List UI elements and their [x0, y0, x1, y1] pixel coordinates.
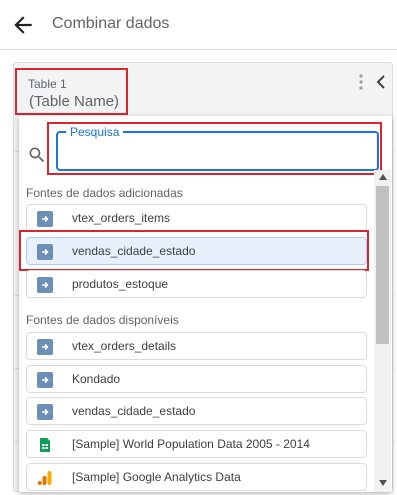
search-legend: Pesquisa	[66, 125, 124, 139]
list-item[interactable]: produtos_estoque	[26, 270, 367, 298]
data-source-icon	[37, 372, 53, 388]
page-title: Combinar dados	[52, 15, 170, 32]
more-vert-icon[interactable]	[355, 72, 367, 92]
scroll-up-arrow-icon[interactable]	[378, 173, 388, 181]
list-item-label: Kondado	[72, 372, 121, 386]
list-item[interactable]: vtex_orders_items	[26, 204, 367, 232]
list-item-label: [Sample] World Population Data 2005 - 20…	[72, 437, 310, 451]
data-source-icon	[37, 404, 53, 420]
combine-data-page: Combinar dados Table 1 (Table Name) Pesq…	[0, 0, 397, 495]
list-item[interactable]: Kondado	[26, 365, 367, 393]
google-sheets-icon	[37, 437, 53, 453]
chevron-left-icon[interactable]	[374, 73, 388, 91]
search-input[interactable]	[66, 143, 366, 163]
list-item-label: vendas_cidade_estado	[72, 404, 196, 418]
header: Combinar dados	[0, 0, 397, 50]
section-title-added: Fontes de dados adicionadas	[26, 186, 183, 200]
list-item[interactable]: [Sample] World Population Data 2005 - 20…	[26, 430, 367, 458]
section-title-available: Fontes de dados disponíveis	[26, 313, 179, 327]
list-item[interactable]: vendas_cidade_estado	[26, 397, 367, 425]
selected-item-highlight	[19, 230, 369, 271]
table-label: Table 1	[28, 77, 67, 91]
data-source-icon	[37, 277, 53, 293]
list-item[interactable]: vtex_orders_details	[26, 332, 367, 360]
scroll-down-arrow-icon[interactable]	[378, 479, 388, 487]
data-source-icon	[37, 211, 53, 227]
list-item-label: produtos_estoque	[72, 277, 169, 291]
arrow-left-icon[interactable]	[10, 12, 36, 38]
list-item-label: vtex_orders_items	[72, 211, 171, 225]
search-icon	[29, 147, 45, 163]
data-source-icon	[37, 339, 53, 355]
table-name[interactable]: (Table Name)	[29, 93, 119, 110]
google-analytics-icon	[37, 470, 53, 486]
list-item[interactable]: [Sample] Google Analytics Data	[26, 463, 367, 491]
scrollbar-thumb[interactable]	[376, 186, 389, 344]
list-item-label: vtex_orders_details	[72, 339, 177, 353]
list-item-label: [Sample] Google Analytics Data	[72, 470, 241, 484]
